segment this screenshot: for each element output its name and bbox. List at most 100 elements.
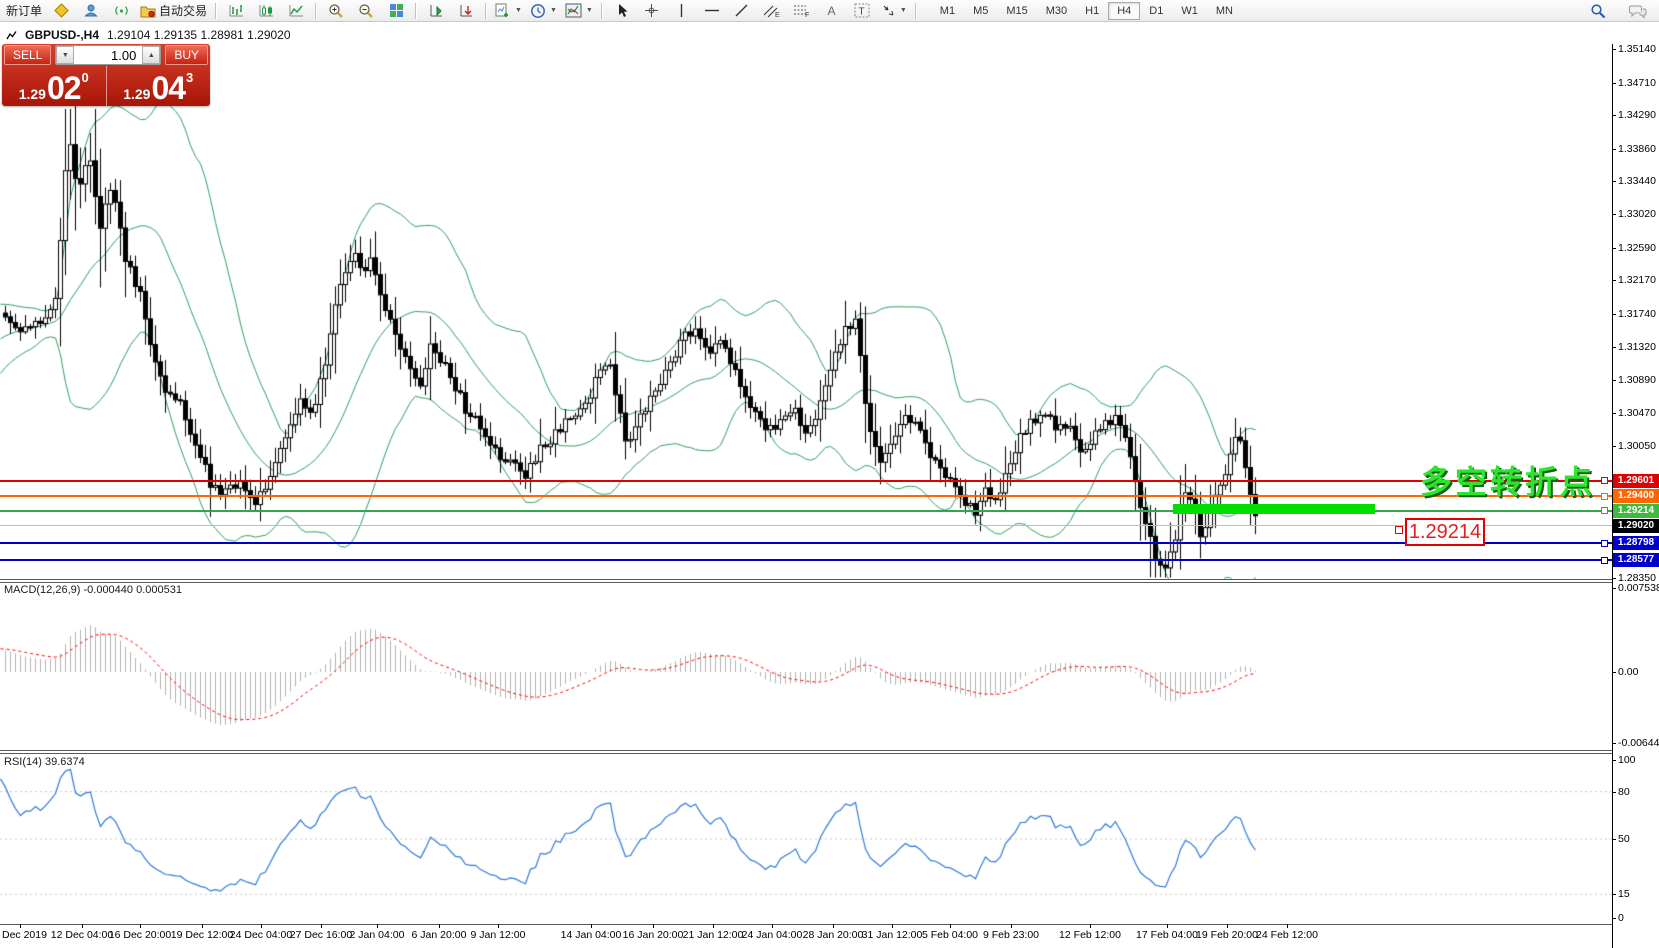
community-icon[interactable] bbox=[76, 0, 106, 22]
toolbar-separator bbox=[215, 3, 217, 19]
level-endpoint-marker[interactable] bbox=[1601, 557, 1608, 564]
horizontal-line-icon[interactable] bbox=[697, 0, 727, 22]
time-axis-tick bbox=[20, 924, 21, 928]
autotrade-button[interactable]: 自动交易 bbox=[136, 0, 211, 22]
tile-windows-icon[interactable] bbox=[381, 0, 411, 22]
toolbar-separator bbox=[315, 3, 317, 19]
time-axis-tick bbox=[377, 924, 378, 928]
time-axis-label: 19 Feb 20:00 bbox=[1196, 929, 1258, 941]
rsi-axis-label: 0 bbox=[1618, 912, 1659, 924]
buy-button[interactable]: BUY bbox=[165, 45, 208, 65]
timeframe-button-m15[interactable]: M15 bbox=[997, 2, 1036, 20]
level-endpoint-marker[interactable] bbox=[1601, 507, 1608, 514]
vertical-line-icon[interactable] bbox=[667, 0, 697, 22]
indicator-window2-icon[interactable] bbox=[451, 0, 481, 22]
rsi-axis-tick bbox=[1612, 760, 1616, 761]
signals-icon[interactable] bbox=[106, 0, 136, 22]
time-axis-label: 12 Dec 04:00 bbox=[51, 929, 113, 941]
new-order-label: 新订单 bbox=[6, 2, 42, 19]
volume-increase-button[interactable]: ▲ bbox=[142, 46, 160, 64]
level-endpoint-marker[interactable] bbox=[1601, 540, 1608, 547]
text-label-icon[interactable]: T bbox=[847, 0, 877, 22]
buy-price[interactable]: 1.29 04 3 bbox=[107, 66, 211, 106]
panel-separator[interactable] bbox=[0, 579, 1612, 583]
price-axis-label: 1.31740 bbox=[1618, 308, 1659, 320]
mt4-window: 新订单 自动交易 bbox=[0, 0, 1659, 947]
timeframe-toolbar: M1M5M15M30H1H4D1W1MN bbox=[931, 2, 1242, 20]
price-level-line[interactable] bbox=[0, 559, 1612, 561]
crosshair-icon[interactable] bbox=[637, 0, 667, 22]
text-tool-icon[interactable]: A bbox=[817, 0, 847, 22]
price-level-line[interactable] bbox=[0, 525, 1612, 526]
toolbar-separator bbox=[485, 3, 487, 19]
gold-icon[interactable] bbox=[46, 0, 76, 22]
toolbar-separator bbox=[601, 3, 603, 19]
timeframe-button-m1[interactable]: M1 bbox=[931, 2, 964, 20]
time-axis-label: Dec 2019 bbox=[2, 929, 47, 941]
zoom-out-icon[interactable] bbox=[351, 0, 381, 22]
price-level-tag: 1.29214 bbox=[1613, 504, 1659, 518]
panel-separator[interactable] bbox=[0, 750, 1612, 754]
chart-ohlc-values: 1.29104 1.29135 1.28981 1.29020 bbox=[107, 28, 291, 42]
price-level-line[interactable] bbox=[0, 542, 1612, 544]
bar-chart-icon[interactable] bbox=[221, 0, 251, 22]
time-axis-label: 24 Dec 04:00 bbox=[230, 929, 292, 941]
chat-icon[interactable] bbox=[1623, 0, 1653, 22]
price-axis-label: 1.34710 bbox=[1618, 77, 1659, 89]
macd-axis-label: 0.00 bbox=[1618, 666, 1659, 678]
level-endpoint-marker[interactable] bbox=[1601, 493, 1608, 500]
price-level-line[interactable] bbox=[0, 495, 1612, 497]
price-axis-label: 1.30050 bbox=[1618, 440, 1659, 452]
volume-decrease-button[interactable]: ▼ bbox=[56, 46, 74, 64]
line-chart-icon[interactable] bbox=[281, 0, 311, 22]
sell-button[interactable]: SELL bbox=[4, 45, 51, 65]
level-endpoint-marker[interactable] bbox=[1601, 477, 1608, 484]
timeframe-button-mn[interactable]: MN bbox=[1207, 2, 1242, 20]
timeframe-button-w1[interactable]: W1 bbox=[1172, 2, 1207, 20]
fibonacci-icon[interactable]: F bbox=[787, 0, 817, 22]
highlight-zone[interactable] bbox=[1173, 504, 1375, 514]
zoom-in-icon[interactable] bbox=[321, 0, 351, 22]
clock-icon[interactable]: ▼ bbox=[526, 0, 561, 22]
price-callout-box[interactable]: 1.29214 bbox=[1405, 518, 1485, 546]
time-axis-tick bbox=[439, 924, 440, 928]
timeframe-button-d1[interactable]: D1 bbox=[1140, 2, 1172, 20]
timeframe-button-h1[interactable]: H1 bbox=[1076, 2, 1108, 20]
time-axis-label: 17 Feb 04:00 bbox=[1136, 929, 1198, 941]
equidistant-channel-icon[interactable]: E bbox=[757, 0, 787, 22]
one-click-trading-panel: SELL ▼ ▲ BUY 1.29 02 0 1.29 04 3 bbox=[2, 44, 210, 106]
cursor-icon[interactable] bbox=[607, 0, 637, 22]
volume-input[interactable] bbox=[74, 48, 142, 63]
price-axis-tick bbox=[1612, 446, 1616, 447]
price-level-line[interactable] bbox=[0, 480, 1612, 482]
new-order-button[interactable]: 新订单 bbox=[2, 0, 46, 22]
timeframe-button-h4[interactable]: H4 bbox=[1108, 2, 1140, 20]
time-axis-tick bbox=[498, 924, 499, 928]
time-axis-label: 31 Jan 12:00 bbox=[862, 929, 923, 941]
sell-price-big: 02 bbox=[47, 73, 81, 103]
time-axis-tick bbox=[772, 924, 773, 928]
time-axis-label: 9 Feb 23:00 bbox=[983, 929, 1039, 941]
time-axis-label: 16 Dec 20:00 bbox=[109, 929, 171, 941]
time-axis-label: 12 Feb 12:00 bbox=[1059, 929, 1121, 941]
chart-profiles-icon[interactable]: ▼ bbox=[561, 0, 597, 22]
timeframe-button-m30[interactable]: M30 bbox=[1037, 2, 1076, 20]
candlestick-icon[interactable] bbox=[251, 0, 281, 22]
svg-text:A: A bbox=[827, 4, 835, 18]
price-axis-tick bbox=[1612, 380, 1616, 381]
timeframe-button-m5[interactable]: M5 bbox=[964, 2, 997, 20]
sell-price-pip: 0 bbox=[82, 63, 89, 93]
indicator-window-icon[interactable] bbox=[421, 0, 451, 22]
buy-price-pip: 3 bbox=[186, 63, 193, 93]
sell-price[interactable]: 1.29 02 0 bbox=[2, 66, 107, 106]
toolbar-separator bbox=[915, 3, 917, 19]
pivot-annotation[interactable]: 多空转折点 bbox=[1420, 457, 1595, 503]
search-icon[interactable] bbox=[1583, 0, 1613, 22]
trendline-icon[interactable] bbox=[727, 0, 757, 22]
svg-text:F: F bbox=[805, 12, 809, 18]
time-axis-line bbox=[0, 924, 1612, 926]
arrows-tool-icon[interactable]: ▼ bbox=[877, 0, 911, 22]
time-axis-tick bbox=[591, 924, 592, 928]
new-chart-button[interactable]: ▼ bbox=[491, 0, 526, 22]
price-axis-label: 1.35140 bbox=[1618, 43, 1659, 55]
